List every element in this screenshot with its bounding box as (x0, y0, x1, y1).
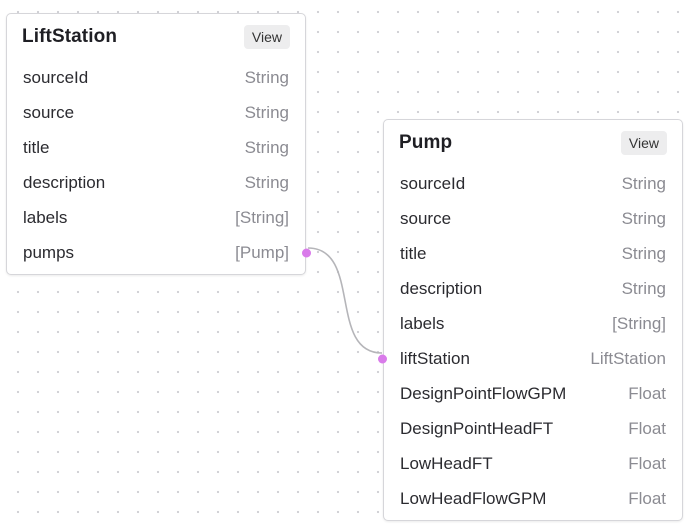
field-type: String (621, 278, 666, 298)
node-title: Pump (399, 132, 453, 153)
field-name: liftStation (400, 348, 470, 368)
node-header: LiftStation View (7, 14, 305, 60)
field-type: String (244, 172, 289, 192)
connection-handle-target[interactable] (378, 354, 387, 363)
field-name: pumps (23, 242, 75, 262)
entity-node-liftstation[interactable]: LiftStation View sourceId String source … (6, 13, 311, 275)
field-type: String (244, 102, 289, 122)
field-name: title (23, 137, 50, 157)
relation-edge-pumps-to-liftstation (307, 247, 383, 354)
field-row-labels: labels [String] (7, 200, 305, 235)
field-row-source: source String (7, 95, 305, 130)
field-name: LowHeadFT (400, 453, 493, 473)
field-name: labels (400, 313, 445, 333)
field-type: String (621, 208, 666, 228)
field-type: [String] (612, 313, 666, 333)
field-name: sourceId (23, 67, 89, 87)
field-row-source: source String (384, 201, 682, 236)
field-name: DesignPointFlowGPM (400, 383, 567, 403)
field-type: Float (628, 488, 666, 508)
field-row-designpointheadft: DesignPointHeadFT Float (384, 411, 682, 446)
field-type: Float (628, 383, 666, 403)
field-row-title: title String (384, 236, 682, 271)
field-row-lowheadft: LowHeadFT Float (384, 446, 682, 481)
field-type: [String] (235, 207, 289, 227)
field-row-title: title String (7, 130, 305, 165)
field-name: description (23, 172, 106, 192)
field-row-description: description String (384, 271, 682, 306)
field-row-labels: labels [String] (384, 306, 682, 341)
field-type: String (244, 137, 289, 157)
view-button[interactable]: View (620, 131, 667, 155)
field-row-sourceid: sourceId String (384, 166, 682, 201)
field-row-liftstation: liftStation LiftStation (378, 341, 682, 376)
field-name: DesignPointHeadFT (400, 418, 554, 438)
field-type: String (621, 243, 666, 263)
entity-node-pump[interactable]: Pump View sourceId String source String … (378, 119, 683, 521)
field-type: [Pump] (235, 242, 289, 262)
field-row-lowheadflowgpm: LowHeadFlowGPM Float (384, 481, 682, 516)
node-header: Pump View (384, 120, 682, 166)
field-type: String (621, 173, 666, 193)
schema-canvas[interactable]: LiftStation View sourceId String source … (0, 0, 695, 528)
node-title: LiftStation (22, 26, 118, 47)
field-row-sourceid: sourceId String (7, 60, 305, 95)
field-name: labels (23, 207, 68, 227)
field-type: LiftStation (590, 348, 666, 368)
field-name: description (400, 278, 483, 298)
field-name: LowHeadFlowGPM (400, 488, 547, 508)
field-row-description: description String (7, 165, 305, 200)
field-type: Float (628, 418, 666, 438)
field-name: title (400, 243, 427, 263)
field-name: source (23, 102, 75, 122)
connection-handle-source[interactable] (302, 248, 311, 257)
field-type: Float (628, 453, 666, 473)
field-name: source (400, 208, 452, 228)
field-row-designpointflowgpm: DesignPointFlowGPM Float (384, 376, 682, 411)
field-row-pumps: pumps [Pump] (7, 235, 311, 270)
field-name: sourceId (400, 173, 466, 193)
view-button[interactable]: View (243, 25, 290, 49)
field-type: String (244, 67, 289, 87)
